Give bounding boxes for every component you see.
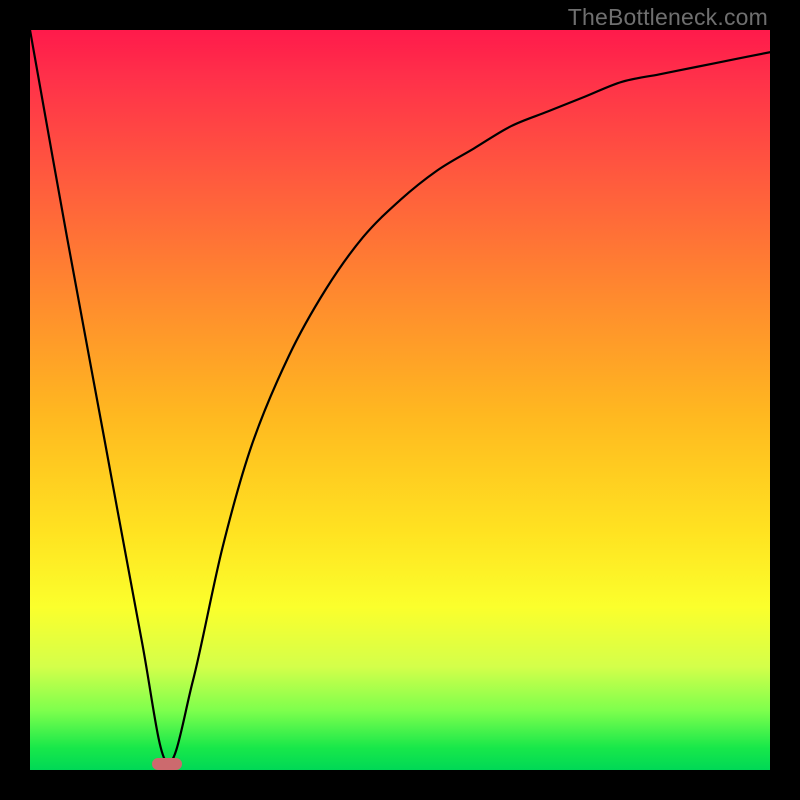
chart-frame: TheBottleneck.com	[0, 0, 800, 800]
watermark-text: TheBottleneck.com	[568, 4, 768, 31]
bottleneck-curve	[30, 30, 770, 770]
optimal-point-marker	[152, 758, 182, 770]
plot-area	[30, 30, 770, 770]
